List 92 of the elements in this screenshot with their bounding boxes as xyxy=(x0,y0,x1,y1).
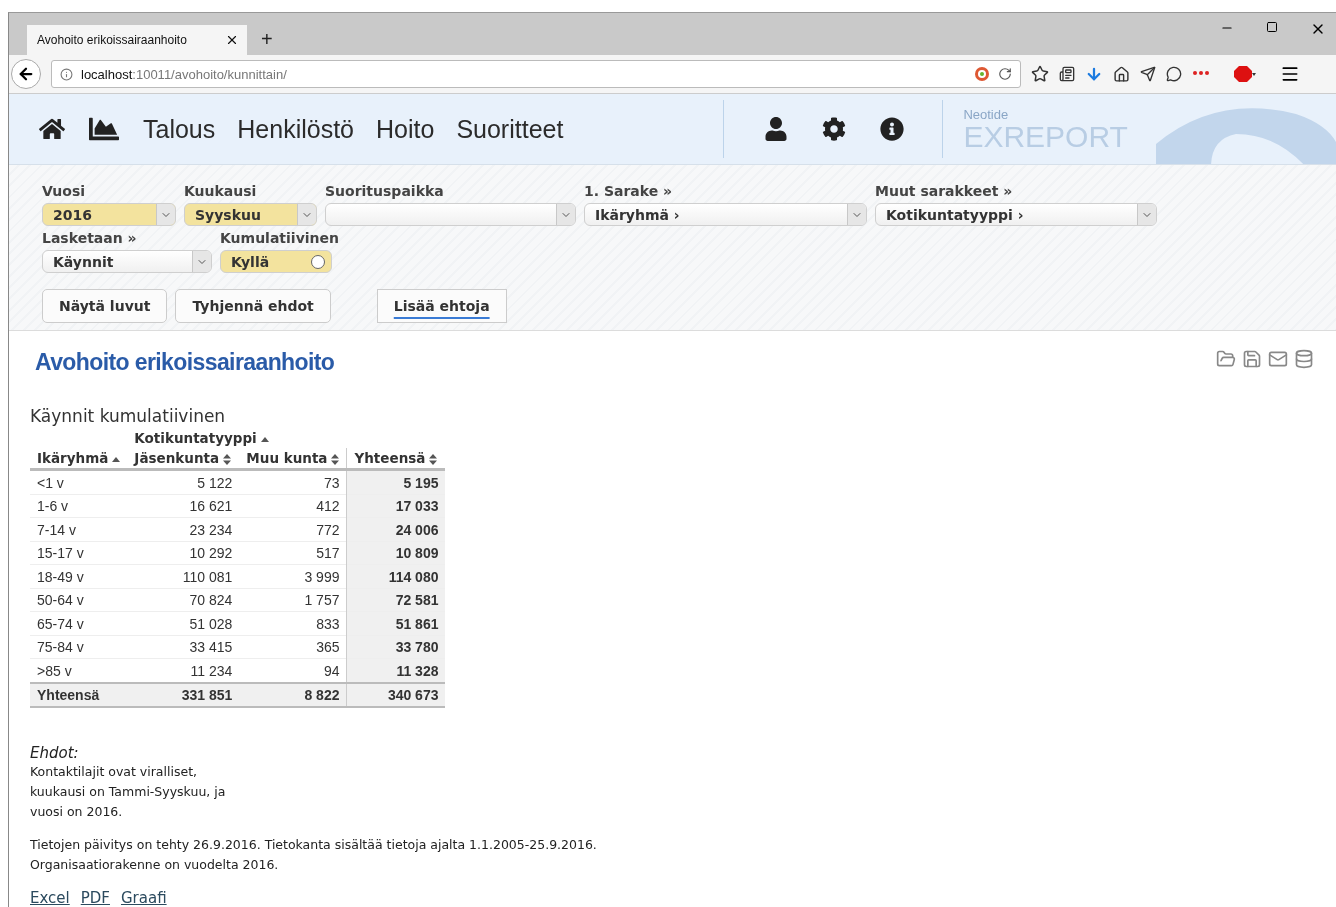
logo-subtitle: Neotide xyxy=(963,106,1010,122)
table-cell: 15-17 v xyxy=(30,541,128,565)
report-title: Avohoito erikoissairaanhoito xyxy=(35,349,335,376)
stop-sign-icon[interactable] xyxy=(1234,65,1256,84)
column-header[interactable]: Muu kunta xyxy=(239,448,347,470)
nav-link[interactable]: Henkilöstö xyxy=(237,114,354,144)
condition-text: kuukausi on Tammi-Syyskuu, ja xyxy=(30,783,227,801)
column-header[interactable]: Ikäryhmä xyxy=(30,448,128,470)
send-icon[interactable] xyxy=(1140,66,1156,83)
table-cell: 1-6 v xyxy=(30,494,128,518)
table-cell: 51 028 xyxy=(127,611,240,635)
dropdown-field[interactable]: Käynnit xyxy=(42,250,212,274)
action-button[interactable]: Lisää ehtoja xyxy=(376,289,507,324)
new-tab-button[interactable]: + xyxy=(261,28,273,52)
reader-icon[interactable] xyxy=(1059,66,1075,83)
dropdown-field[interactable]: Syyskuu xyxy=(184,203,317,227)
open-folder-icon[interactable] xyxy=(1216,349,1236,369)
condition-text: Kontaktilajit ovat viralliset, xyxy=(30,763,199,781)
table-cell: 18-49 v xyxy=(30,564,128,588)
home-icon[interactable] xyxy=(1113,65,1130,83)
dropdown-field[interactable]: 2016 xyxy=(42,203,176,227)
dropdown-field[interactable] xyxy=(325,203,576,227)
chat-icon[interactable] xyxy=(1166,66,1182,83)
table-cell: 70 824 xyxy=(127,588,240,612)
nav-link[interactable]: Suoritteet xyxy=(456,114,564,144)
group-header[interactable]: Kotikuntatyyppi xyxy=(127,428,347,448)
table-cell: 5 122 xyxy=(127,469,240,494)
reload-icon[interactable] xyxy=(998,67,1012,82)
user-icon[interactable] xyxy=(764,117,789,142)
export-link[interactable]: Graafi xyxy=(120,889,167,907)
action-button[interactable]: Tyhjennä ehdot xyxy=(175,289,331,324)
export-link[interactable]: Excel xyxy=(30,889,70,907)
note-text: Tietojen päivitys on tehty 26.9.2016. Tietokanta sisältää tietoja ajalta 1.1.2005-25.9.2016. xyxy=(30,836,598,854)
field-label: Kuukausi xyxy=(184,183,258,202)
total-cell: Yhteensä xyxy=(30,682,128,707)
table-cell: 72 581 xyxy=(347,588,446,612)
table-cell: 24 006 xyxy=(347,517,446,541)
sort-icon[interactable] xyxy=(223,453,232,465)
table-cell: 110 081 xyxy=(127,564,240,588)
maximize-icon[interactable] xyxy=(1266,21,1278,33)
field-label: Suorituspaikka xyxy=(325,183,445,202)
note-text: Organisaatiorakenne on vuodelta 2016. xyxy=(30,856,280,874)
conditions-title: Ehdot: xyxy=(30,744,80,762)
table-cell: 65-74 v xyxy=(30,611,128,635)
sort-ascending-icon[interactable] xyxy=(112,456,121,462)
table-cell: 10 292 xyxy=(127,541,240,565)
mail-icon[interactable] xyxy=(1268,349,1288,369)
sort-icon[interactable] xyxy=(331,453,340,465)
table-title: Käynnit kumulatiivinen xyxy=(30,406,226,426)
table-cell: 114 080 xyxy=(347,564,446,588)
duck-icon[interactable] xyxy=(974,66,990,83)
database-icon[interactable] xyxy=(1294,349,1314,369)
table-cell: 16 621 xyxy=(127,494,240,518)
action-button[interactable]: Näytä luvut xyxy=(42,289,168,324)
sort-icon[interactable] xyxy=(429,453,438,465)
toggle-field[interactable]: Kyllä xyxy=(220,250,332,274)
browser-tab[interactable]: Avohoito erikoissairaanhoito xyxy=(27,25,247,56)
export-link[interactable]: PDF xyxy=(80,889,110,907)
dropdown-field[interactable]: Kotikuntatyyppi › xyxy=(875,203,1157,227)
table-cell: 51 861 xyxy=(347,611,446,635)
save-icon[interactable] xyxy=(1242,349,1262,369)
back-button[interactable] xyxy=(11,59,41,90)
condition-text: vuosi on 2016. xyxy=(30,803,124,821)
table-cell: 75-84 v xyxy=(30,635,128,659)
column-header[interactable]: Jäsenkunta xyxy=(127,448,240,470)
table-cell: 33 780 xyxy=(347,635,446,659)
dropdown-field[interactable]: Ikäryhmä › xyxy=(584,203,867,227)
field-label: Muut sarakkeet » xyxy=(875,183,1014,202)
nav-link[interactable]: Hoito xyxy=(376,114,435,144)
nav-link[interactable]: Talous xyxy=(143,114,216,144)
table-cell: 23 234 xyxy=(127,517,240,541)
field-label: Lasketaan » xyxy=(42,230,138,249)
field-label: Vuosi xyxy=(42,183,87,202)
table-cell: 50-64 v xyxy=(30,588,128,612)
table-cell: 33 415 xyxy=(127,635,240,659)
settings-icon[interactable] xyxy=(822,117,847,142)
table-cell: 7-14 v xyxy=(30,517,128,541)
sort-ascending-icon[interactable] xyxy=(260,436,269,442)
table-cell: <1 v xyxy=(30,469,128,494)
star-icon[interactable] xyxy=(1031,65,1049,84)
total-cell: 340 673 xyxy=(347,682,446,707)
info-icon[interactable] xyxy=(880,117,905,142)
table-cell: 10 809 xyxy=(347,541,446,565)
table-cell: 11 328 xyxy=(347,658,446,683)
column-header[interactable]: Yhteensä xyxy=(347,448,446,470)
field-label: Kumulatiivinen xyxy=(220,230,339,249)
table-cell: 5 195 xyxy=(347,469,446,494)
field-label: 1. Sarake » xyxy=(584,183,674,202)
address-field[interactable]: localhost:10011/avohoito/kunnittain/ xyxy=(51,60,1021,89)
toggle-knob xyxy=(311,254,325,269)
total-cell: 331 851 xyxy=(127,682,240,707)
table-cell: 17 033 xyxy=(347,494,446,518)
